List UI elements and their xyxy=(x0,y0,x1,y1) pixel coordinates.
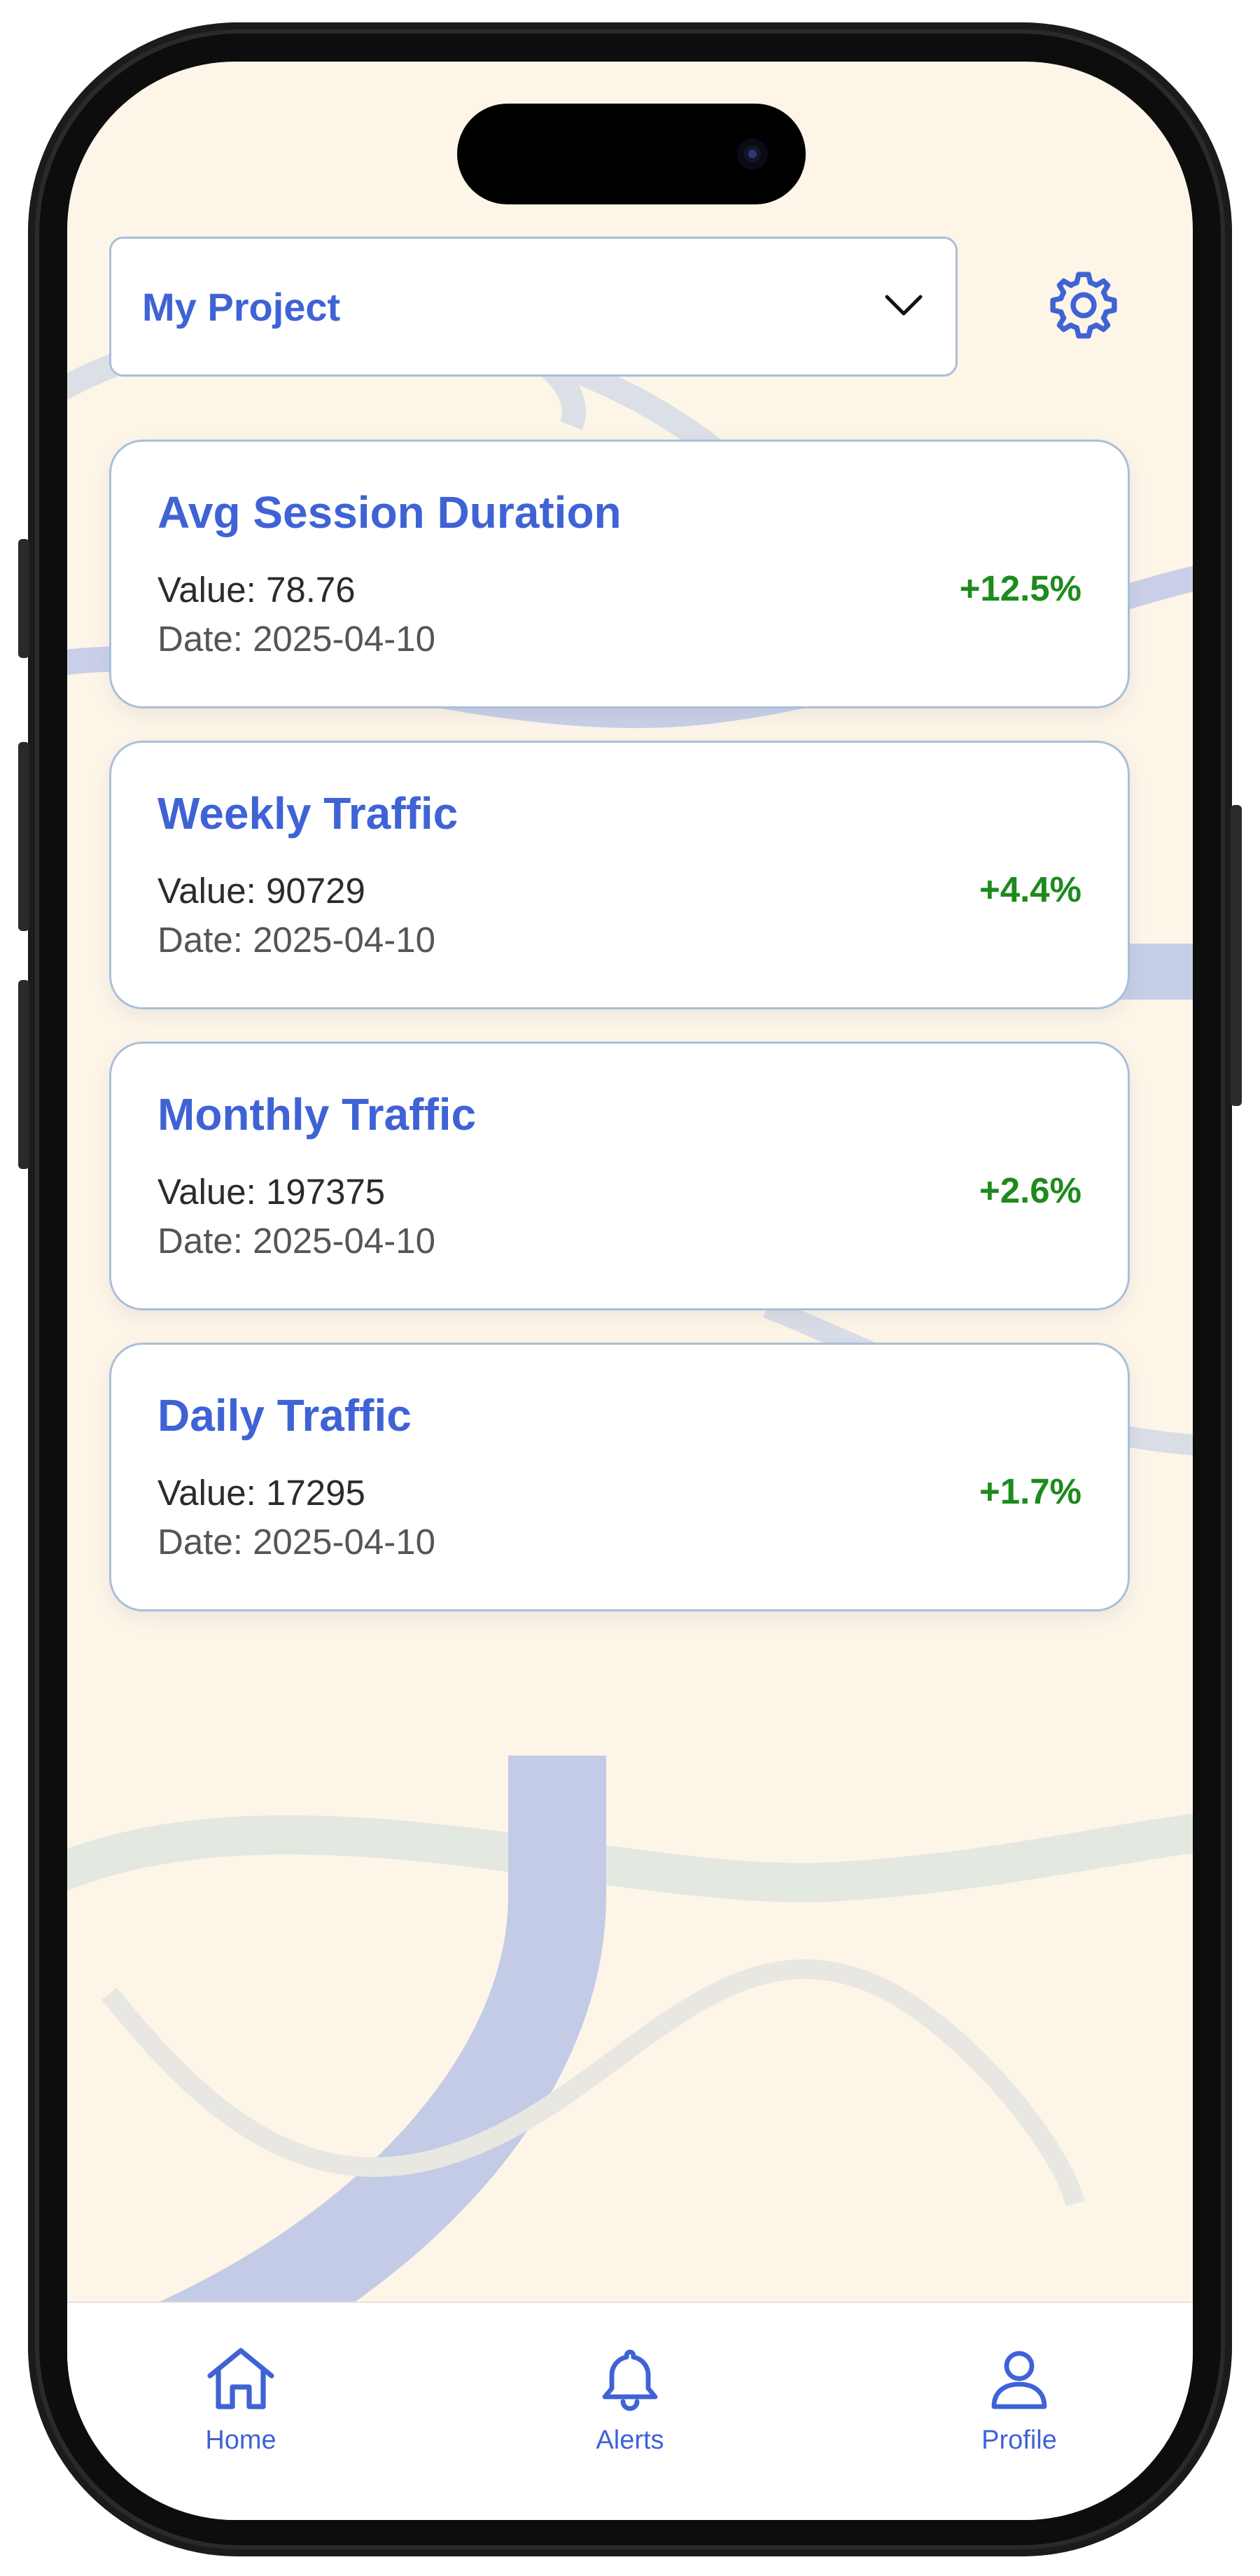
dynamic-island xyxy=(457,104,806,204)
metric-date: Date: 2025-04-10 xyxy=(158,920,435,960)
tab-home[interactable]: Home xyxy=(150,2345,332,2456)
metric-change: +12.5% xyxy=(959,568,1082,608)
metric-card-monthly-traffic[interactable]: Monthly Traffic Value: 197375 Date: 2025… xyxy=(109,1042,1130,1310)
tab-home-label: Home xyxy=(205,2426,276,2455)
tab-alerts-label: Alerts xyxy=(596,2426,664,2455)
app-screen: My Project Avg Session Duration Value: 7… xyxy=(67,62,1193,2520)
action-button xyxy=(18,539,29,658)
metric-date: Date: 2025-04-10 xyxy=(158,619,435,659)
project-selector[interactable]: My Project xyxy=(109,237,958,377)
metric-card-avg-session-duration[interactable]: Avg Session Duration Value: 78.76 Date: … xyxy=(109,440,1130,708)
chevron-down-icon xyxy=(883,291,925,323)
volume-up-button xyxy=(18,742,29,931)
metric-card-daily-traffic[interactable]: Daily Traffic Value: 17295 Date: 2025-04… xyxy=(109,1343,1130,1611)
tab-profile-label: Profile xyxy=(981,2426,1057,2455)
tab-alerts[interactable]: Alerts xyxy=(539,2345,721,2456)
project-selector-label: My Project xyxy=(142,284,341,329)
metric-title: Weekly Traffic xyxy=(158,788,458,839)
bottom-tab-bar: Home Alerts Profile xyxy=(67,2302,1193,2520)
metric-date: Date: 2025-04-10 xyxy=(158,1522,435,1562)
metric-value: Value: 78.76 xyxy=(158,570,356,610)
metric-title: Monthly Traffic xyxy=(158,1089,477,1140)
front-camera xyxy=(737,139,768,169)
metric-value: Value: 90729 xyxy=(158,871,365,911)
home-icon xyxy=(204,2345,277,2416)
volume-down-button xyxy=(18,980,29,1169)
metric-card-weekly-traffic[interactable]: Weekly Traffic Value: 90729 Date: 2025-0… xyxy=(109,741,1130,1009)
metric-value: Value: 197375 xyxy=(158,1172,386,1212)
metrics-list: Avg Session Duration Value: 78.76 Date: … xyxy=(109,440,1130,1644)
metric-value: Value: 17295 xyxy=(158,1473,365,1513)
metric-change: +2.6% xyxy=(979,1170,1082,1210)
metric-title: Daily Traffic xyxy=(158,1390,412,1441)
settings-button[interactable] xyxy=(1029,252,1138,361)
gear-icon xyxy=(1044,266,1123,348)
bell-icon xyxy=(596,2345,664,2416)
power-button xyxy=(1231,805,1242,1106)
user-icon xyxy=(986,2345,1053,2416)
metric-date: Date: 2025-04-10 xyxy=(158,1221,435,1261)
metric-change: +1.7% xyxy=(979,1471,1082,1511)
tab-profile[interactable]: Profile xyxy=(928,2345,1110,2456)
metric-change: +4.4% xyxy=(979,869,1082,909)
metric-title: Avg Session Duration xyxy=(158,487,622,538)
